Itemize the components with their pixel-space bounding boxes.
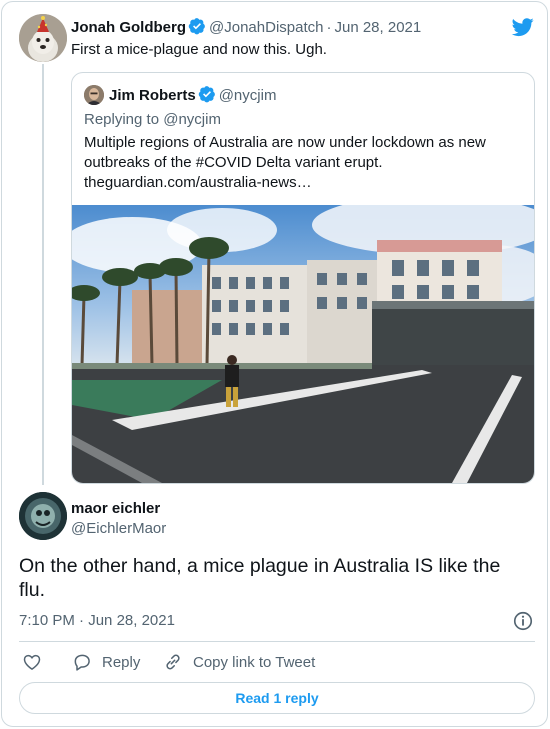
quote-author-handle: @nycjim [218,87,277,104]
author-name[interactable]: Jonah Goldberg [71,19,186,36]
tweet-embed-card: Jonah Goldberg @JonahDispatch · Jun 28, 202… [1,1,548,727]
tweet-timestamp[interactable]: 7:10 PM · Jun 28, 2021 [19,611,175,631]
quote-body: Multiple regions of Australia are now un… [84,134,486,171]
quoted-tweet[interactable]: Jim Roberts @nycjim Replying to @nycjim M… [71,72,535,484]
copy-link-label: Copy link to Tweet [193,653,316,671]
copy-link-button[interactable]: Copy link to Tweet [163,650,315,674]
separator: · [326,19,332,36]
reply-label: Reply [102,653,141,671]
twitter-bird-icon[interactable] [511,16,535,38]
tweet1-header: Jonah Goldberg @JonahDispatch · Jun 28, 202… [71,17,421,38]
like-button[interactable] [22,650,42,674]
author-handle[interactable]: @JonahDispatch [209,19,323,36]
link-icon [166,654,180,670]
tweet-date[interactable]: Jun 28, 2021 [88,612,175,629]
quote-header: Jim Roberts @nycjim [109,85,276,106]
tweet-text: On the other hand, a mice plague in Aust… [19,555,501,601]
quote-link[interactable]: theguardian.com/australia-news… [84,173,524,193]
read-replies-button[interactable]: Read 1 reply [19,682,535,714]
verified-badge-icon [198,86,215,103]
quote-author-name: Jim Roberts [109,87,196,104]
quote-text: Multiple regions of Australia are now un… [84,133,524,193]
quote-avatar[interactable] [84,85,104,105]
separator: · [79,612,85,629]
avatar[interactable] [19,492,67,540]
replying-to: Replying to @nycjim [84,111,221,128]
reply-button[interactable]: Reply [72,650,140,674]
heart-icon [23,654,41,670]
author-handle[interactable]: @EichlerMaor [71,519,166,539]
street-photo-image[interactable] [72,205,534,483]
tweet-time[interactable]: 7:10 PM [19,612,75,629]
tweet1-text: First a mice-plague and now this. Ugh. [71,41,327,58]
verified-badge-icon [188,18,205,35]
divider [19,641,535,642]
author-name[interactable]: maor eichler [71,499,160,519]
reply-icon [74,654,90,671]
tweet-date[interactable]: Jun 28, 2021 [334,19,421,36]
info-icon[interactable] [512,610,534,632]
thread-line [42,64,44,485]
avatar[interactable] [19,14,67,62]
